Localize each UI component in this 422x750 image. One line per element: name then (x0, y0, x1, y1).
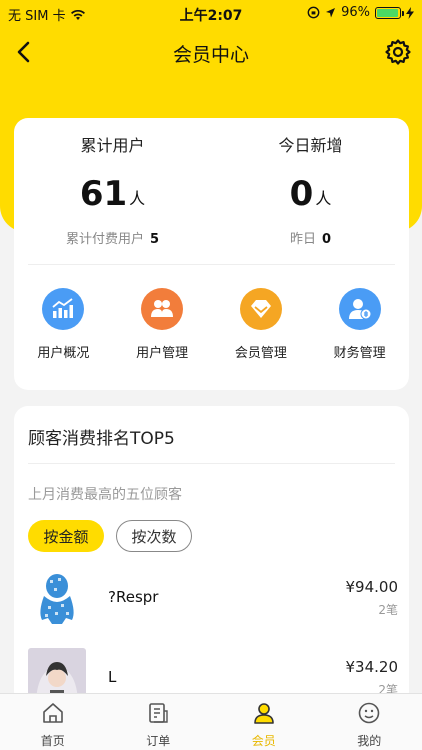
tab-bar: 首页 订单 会员 我的 (0, 693, 422, 750)
ranking-subtitle: 上月消费最高的五位顾客 (28, 487, 182, 503)
customer-count: 2笔 (378, 603, 398, 617)
tab-member[interactable]: 会员 (211, 694, 317, 750)
tab-label: 我的 (357, 734, 382, 748)
stats-card: 累计用户 61 人 累计付费用户 5 今日新增 0 人 昨日 0 用户概况 用户… (14, 118, 409, 390)
shortcut-user-management[interactable]: 用户管理 (113, 288, 212, 378)
ranking-title: 顾客消费排名TOP5 (28, 429, 175, 449)
location-icon (326, 7, 336, 17)
status-bar: 无 SIM 卡 上午2:07 96% (0, 0, 422, 28)
shortcut-label: 会员管理 (234, 346, 287, 361)
battery-icon (375, 6, 404, 19)
customer-name: L (108, 668, 117, 686)
tab-label: 订单 (146, 734, 171, 748)
users-icon (141, 288, 184, 330)
finance-user-icon (338, 288, 381, 330)
total-users-stat: 累计用户 61 人 累计付费用户 5 (14, 118, 211, 247)
customer-amount: ¥94.00 (345, 578, 399, 596)
shortcut-finance-management[interactable]: 财务管理 (310, 288, 409, 378)
paid-users-value: 5 (149, 232, 160, 247)
divider (28, 463, 395, 464)
shortcut-grid: 用户概况 用户管理 会员管理 财务管理 (14, 288, 409, 378)
shortcut-user-overview[interactable]: 用户概况 (14, 288, 113, 378)
filter-by-count-button[interactable]: 按次数 (116, 520, 192, 552)
tab-orders[interactable]: 订单 (106, 694, 212, 750)
nav-bar: 会员中心 (0, 28, 422, 76)
tab-profile[interactable]: 我的 (317, 694, 422, 750)
total-users-value: 61 (79, 174, 128, 214)
orientation-lock-icon (307, 6, 320, 19)
filter-by-amount-button[interactable]: 按金额 (28, 520, 104, 552)
today-new-unit: 人 (315, 189, 332, 208)
gear-icon[interactable] (384, 38, 412, 66)
chart-icon (42, 288, 85, 330)
tab-label: 会员 (251, 734, 276, 748)
home-icon (42, 703, 63, 723)
order-icon (149, 703, 168, 723)
diamond-icon (239, 288, 282, 330)
total-users-unit: 人 (129, 189, 146, 208)
page-title: 会员中心 (172, 44, 249, 66)
customer-amount: ¥34.20 (345, 658, 399, 676)
shortcut-label: 用户概况 (37, 346, 90, 361)
ranking-card: 顾客消费排名TOP5 上月消费最高的五位顾客 按金额 按次数 ?Respr ¥9… (14, 406, 409, 706)
customer-name: ?Respr (108, 588, 159, 606)
yesterday-value: 0 (321, 232, 332, 247)
divider (28, 264, 395, 265)
tab-home[interactable]: 首页 (0, 694, 106, 750)
shortcut-label: 财务管理 (333, 346, 386, 361)
tab-label: 首页 (40, 734, 65, 748)
profile-icon (358, 702, 380, 724)
today-new-stat: 今日新增 0 人 昨日 0 (212, 118, 409, 247)
battery-percent: 96% (341, 5, 370, 20)
charging-icon (406, 6, 414, 19)
today-new-value: 0 (289, 174, 314, 214)
qq-default-avatar (28, 568, 86, 626)
shortcut-label: 用户管理 (136, 346, 189, 361)
total-users-label: 累计用户 (80, 136, 145, 155)
paid-users-label: 累计付费用户 (65, 232, 144, 247)
customer-row[interactable]: ?Respr ¥94.00 2笔 (28, 568, 398, 628)
yesterday-label: 昨日 (289, 232, 316, 247)
today-new-label: 今日新增 (278, 136, 343, 155)
member-icon (253, 703, 274, 724)
shortcut-member-management[interactable]: 会员管理 (212, 288, 311, 378)
